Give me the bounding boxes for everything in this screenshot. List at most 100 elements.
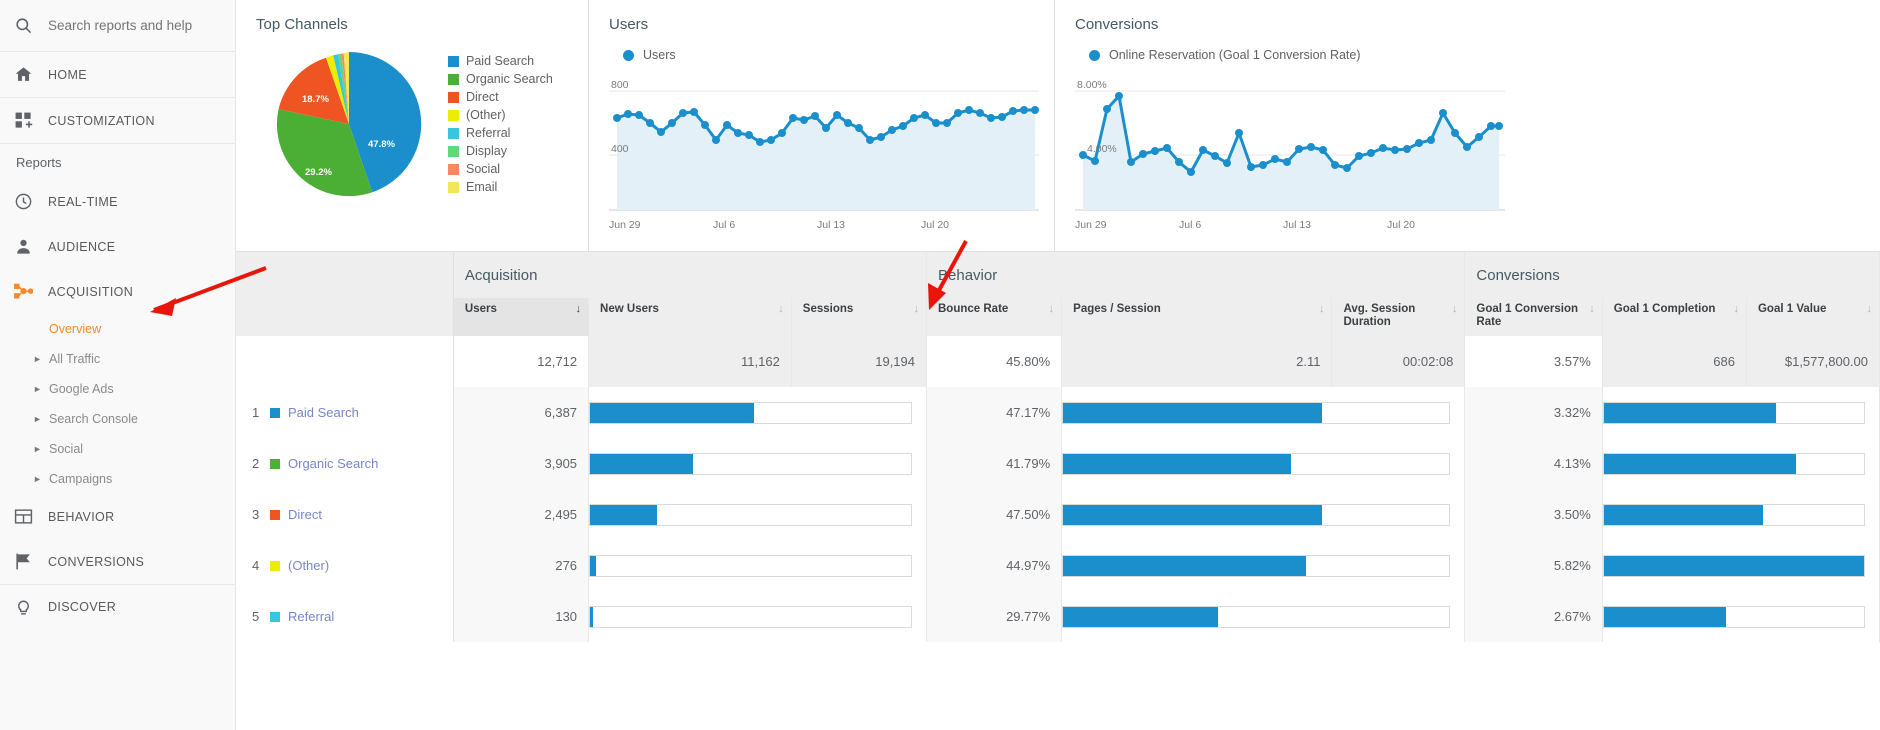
legend-item[interactable]: Referral bbox=[448, 124, 553, 142]
row-goal1-rate: 2.67% bbox=[1464, 591, 1603, 642]
row-bounce-rate: 29.77% bbox=[926, 591, 1063, 642]
acquisition-icon bbox=[14, 282, 48, 301]
sidebar-subitem-social[interactable]: ► Social bbox=[0, 434, 235, 464]
sort-icon: ↓ bbox=[1589, 303, 1595, 315]
search-row[interactable] bbox=[0, 0, 235, 52]
group-header-acquisition: Acquisition bbox=[453, 252, 928, 298]
totals-users: 12,712 bbox=[453, 336, 590, 387]
row-channel-link[interactable]: Organic Search bbox=[288, 456, 378, 471]
column-header-sessions[interactable]: Sessions ↓ bbox=[791, 298, 928, 336]
sidebar-item-audience[interactable]: AUDIENCE bbox=[0, 224, 235, 269]
column-header-blank bbox=[236, 298, 454, 336]
chevron-right-icon: ► bbox=[33, 353, 42, 364]
legend-item[interactable]: Social bbox=[448, 160, 553, 178]
sidebar-item-customization[interactable]: CUSTOMIZATION bbox=[0, 98, 235, 144]
column-header-pages-session[interactable]: Pages / Session ↓ bbox=[1061, 298, 1333, 336]
conversions-area-svg bbox=[1075, 90, 1505, 211]
legend-label: Organic Search bbox=[466, 72, 553, 86]
row-color-swatch bbox=[270, 509, 280, 520]
column-header-bounce-rate[interactable]: Bounce Rate ↓ bbox=[926, 298, 1063, 336]
totals-bounce-rate: 45.80% bbox=[926, 336, 1063, 387]
legend-item[interactable]: (Other) bbox=[448, 106, 553, 124]
table-row[interactable]: 4 (Other) 276 44.97% 5.82% bbox=[236, 540, 1880, 591]
column-header-new-users[interactable]: New Users ↓ bbox=[588, 298, 792, 336]
legend-item[interactable]: Email bbox=[448, 178, 553, 196]
sidebar-subitem-campaigns[interactable]: ► Campaigns bbox=[0, 464, 235, 494]
row-channel-link[interactable]: Referral bbox=[288, 609, 334, 624]
legend-swatch bbox=[448, 91, 459, 103]
legend-item[interactable]: Paid Search bbox=[448, 52, 553, 70]
row-goal1-rate: 3.32% bbox=[1464, 387, 1603, 438]
table-row[interactable]: 3 Direct 2,495 47.50% 3.50% bbox=[236, 489, 1880, 540]
sidebar-subitem-all-traffic[interactable]: ► All Traffic bbox=[0, 344, 235, 374]
totals-blank-cell bbox=[236, 336, 454, 387]
sidebar-subitem-overview[interactable]: Overview bbox=[0, 314, 235, 344]
sort-icon: ↓ bbox=[1866, 303, 1873, 315]
x-axis-tick: Jul 6 bbox=[1179, 219, 1202, 231]
legend-item[interactable]: Direct bbox=[448, 88, 553, 106]
sidebar-item-real-time[interactable]: REAL-TIME bbox=[0, 179, 235, 224]
y-axis-tick: 800 bbox=[611, 79, 629, 91]
sidebar-item-acquisition[interactable]: ACQUISITION bbox=[0, 269, 235, 314]
sidebar-subitem-google-ads[interactable]: ► Google Ads bbox=[0, 374, 235, 404]
row-pages-session-bar bbox=[1061, 438, 1466, 489]
group-header-conversions: Conversions bbox=[1464, 252, 1880, 298]
column-header-label: Pages / Session bbox=[1073, 303, 1161, 315]
conversions-chart[interactable]: Online Reservation (Goal 1 Conversion Ra… bbox=[1075, 45, 1864, 237]
series-label: Online Reservation (Goal 1 Conversion Ra… bbox=[1109, 48, 1361, 62]
column-header-label: Users bbox=[464, 303, 497, 315]
row-label-cell: 2 Organic Search bbox=[236, 438, 454, 489]
row-channel-link[interactable]: Paid Search bbox=[288, 405, 359, 420]
row-goal1-bar bbox=[1602, 387, 1880, 438]
x-axis-tick: Jun 29 bbox=[1075, 219, 1107, 231]
pie-svg bbox=[276, 51, 422, 197]
column-header-users[interactable]: Users ↓ bbox=[453, 298, 590, 336]
sort-icon: ↓ bbox=[913, 303, 920, 315]
legend-label: Referral bbox=[466, 126, 511, 140]
row-goal1-rate: 5.82% bbox=[1464, 540, 1603, 591]
users-chart[interactable]: Users 800 400 Jun 29 Jul 6 Jul 13 Jul 20 bbox=[609, 45, 1039, 237]
sort-icon: ↓ bbox=[1733, 303, 1739, 315]
users-x-axis: Jun 29 Jul 6 Jul 13 Jul 20 bbox=[609, 219, 1038, 237]
column-header-goal1-value[interactable]: Goal 1 Value ↓ bbox=[1746, 298, 1880, 336]
x-axis-tick: Jun 29 bbox=[609, 219, 641, 231]
sidebar-item-home[interactable]: HOME bbox=[0, 52, 235, 98]
sidebar-subitem-search-console[interactable]: ► Search Console bbox=[0, 404, 235, 434]
row-users: 2,495 bbox=[453, 489, 590, 540]
sidebar-item-conversions[interactable]: CONVERSIONS bbox=[0, 539, 235, 584]
row-goal1-bar bbox=[1602, 591, 1880, 642]
row-bounce-rate: 47.17% bbox=[926, 387, 1063, 438]
row-label-cell: 4 (Other) bbox=[236, 540, 454, 591]
totals-avg-duration: 00:02:08 bbox=[1331, 336, 1466, 387]
legend-label: Display bbox=[466, 144, 507, 158]
conversions-card: Conversions Online Reservation (Goal 1 C… bbox=[1054, 0, 1880, 251]
sidebar-subitem-label: Google Ads bbox=[49, 382, 114, 396]
sidebar-item-behavior[interactable]: BEHAVIOR bbox=[0, 494, 235, 539]
chevron-right-icon: ► bbox=[33, 473, 42, 484]
row-pages-session-bar bbox=[1061, 387, 1466, 438]
x-axis-tick: Jul 20 bbox=[1387, 219, 1416, 231]
table-row[interactable]: 1 Paid Search 6,387 47.17% 3.32% bbox=[236, 387, 1880, 438]
sort-icon: ↓ bbox=[1451, 303, 1458, 315]
legend-item[interactable]: Organic Search bbox=[448, 70, 553, 88]
column-header-goal1-completion[interactable]: Goal 1 Completion ↓ bbox=[1602, 298, 1747, 336]
column-header-avg-session-duration[interactable]: Avg. Session Duration ↓ bbox=[1331, 298, 1466, 336]
legend-item[interactable]: Display bbox=[448, 142, 553, 160]
top-channels-pie-chart[interactable]: 47.8% 29.2% 18.7% bbox=[274, 49, 424, 199]
x-axis-tick: Jul 13 bbox=[817, 219, 846, 231]
sidebar-item-discover[interactable]: DISCOVER bbox=[0, 584, 235, 629]
row-pages-session-bar bbox=[1061, 591, 1466, 642]
reports-section-title: Reports bbox=[16, 155, 62, 170]
search-input[interactable] bbox=[48, 18, 218, 33]
users-chart-legend: Users bbox=[623, 45, 1038, 65]
totals-sessions: 19,194 bbox=[791, 336, 928, 387]
sidebar-subitem-label: Overview bbox=[49, 322, 102, 336]
row-bounce-rate: 44.97% bbox=[926, 540, 1063, 591]
table-row[interactable]: 5 Referral 130 29.77% 2.67% bbox=[236, 591, 1880, 642]
column-header-goal1-conversion-rate[interactable]: Goal 1 Conversion Rate ↓ bbox=[1464, 298, 1603, 336]
sort-icon: ↓ bbox=[778, 303, 784, 315]
table-row[interactable]: 2 Organic Search 3,905 41.79% 4.13% bbox=[236, 438, 1880, 489]
row-channel-link[interactable]: Direct bbox=[288, 507, 322, 522]
row-channel-link[interactable]: (Other) bbox=[288, 558, 329, 573]
legend-label: Direct bbox=[466, 90, 499, 104]
